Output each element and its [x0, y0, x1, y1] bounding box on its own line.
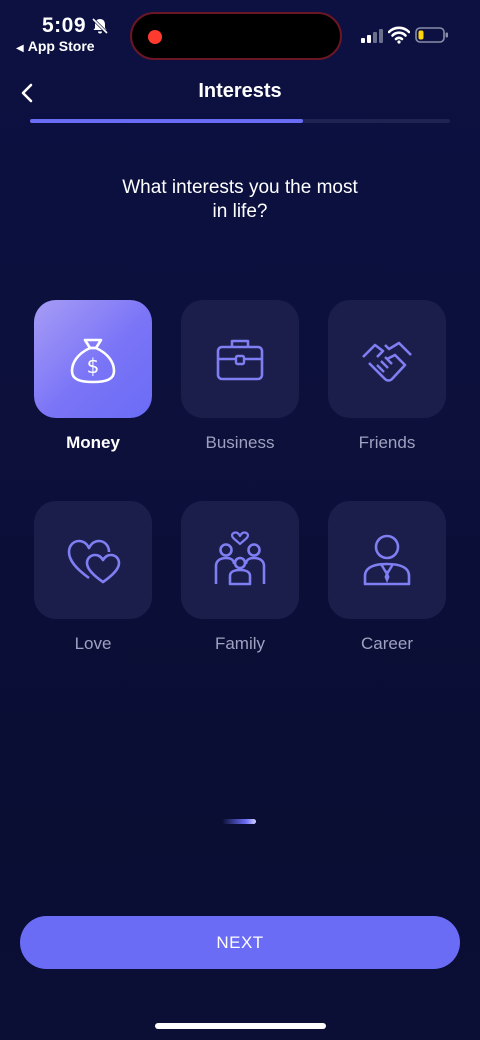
svg-text:$: $ [87, 354, 100, 378]
signal-icon [361, 29, 383, 43]
interest-card-business[interactable] [181, 300, 299, 418]
interest-card-money[interactable]: $ [34, 300, 152, 418]
page-title: Interests [198, 80, 282, 102]
family-icon [214, 531, 266, 586]
interest-card-family[interactable] [181, 501, 299, 619]
briefcase-icon [216, 339, 264, 381]
interest-card-love[interactable] [34, 501, 152, 619]
interest-card-career[interactable] [328, 501, 446, 619]
interest-label-family: Family [214, 634, 266, 653]
wifi-icon [388, 26, 410, 44]
interest-label-career: Career [361, 634, 413, 653]
interest-label-friends: Friends [358, 433, 416, 452]
home-indicator[interactable] [155, 1023, 326, 1029]
money-bag-icon: $ [70, 338, 116, 384]
interest-label-business: Business [205, 433, 275, 452]
back-triangle-icon: ◀ [16, 43, 24, 54]
battery-low-icon [415, 27, 448, 43]
back-app-label: App Store [27, 38, 95, 54]
interest-label-love: Love [74, 634, 112, 653]
question-line-1: What interests you the most [122, 177, 358, 198]
progress-bar [30, 119, 450, 123]
question-text: What interests you the most in life? [100, 176, 380, 224]
interest-label-money: Money [66, 433, 120, 452]
next-button[interactable]: NEXT [20, 916, 460, 969]
person-suit-icon [363, 534, 411, 586]
scroll-indicator [222, 819, 256, 824]
progress-fill [30, 119, 303, 123]
status-time: 5:09 [42, 14, 87, 37]
question-line-2: in life? [212, 201, 268, 222]
bell-slash-icon [91, 17, 109, 35]
interests-screen: 5:09 ◀ App Store Interests What interest… [0, 0, 480, 1040]
dynamic-island [130, 12, 342, 60]
recording-dot-icon [148, 30, 162, 44]
handshake-icon [362, 341, 412, 382]
hearts-icon [67, 539, 121, 584]
back-to-app-store[interactable]: ◀ App Store [16, 38, 95, 54]
interest-card-friends[interactable] [328, 300, 446, 418]
